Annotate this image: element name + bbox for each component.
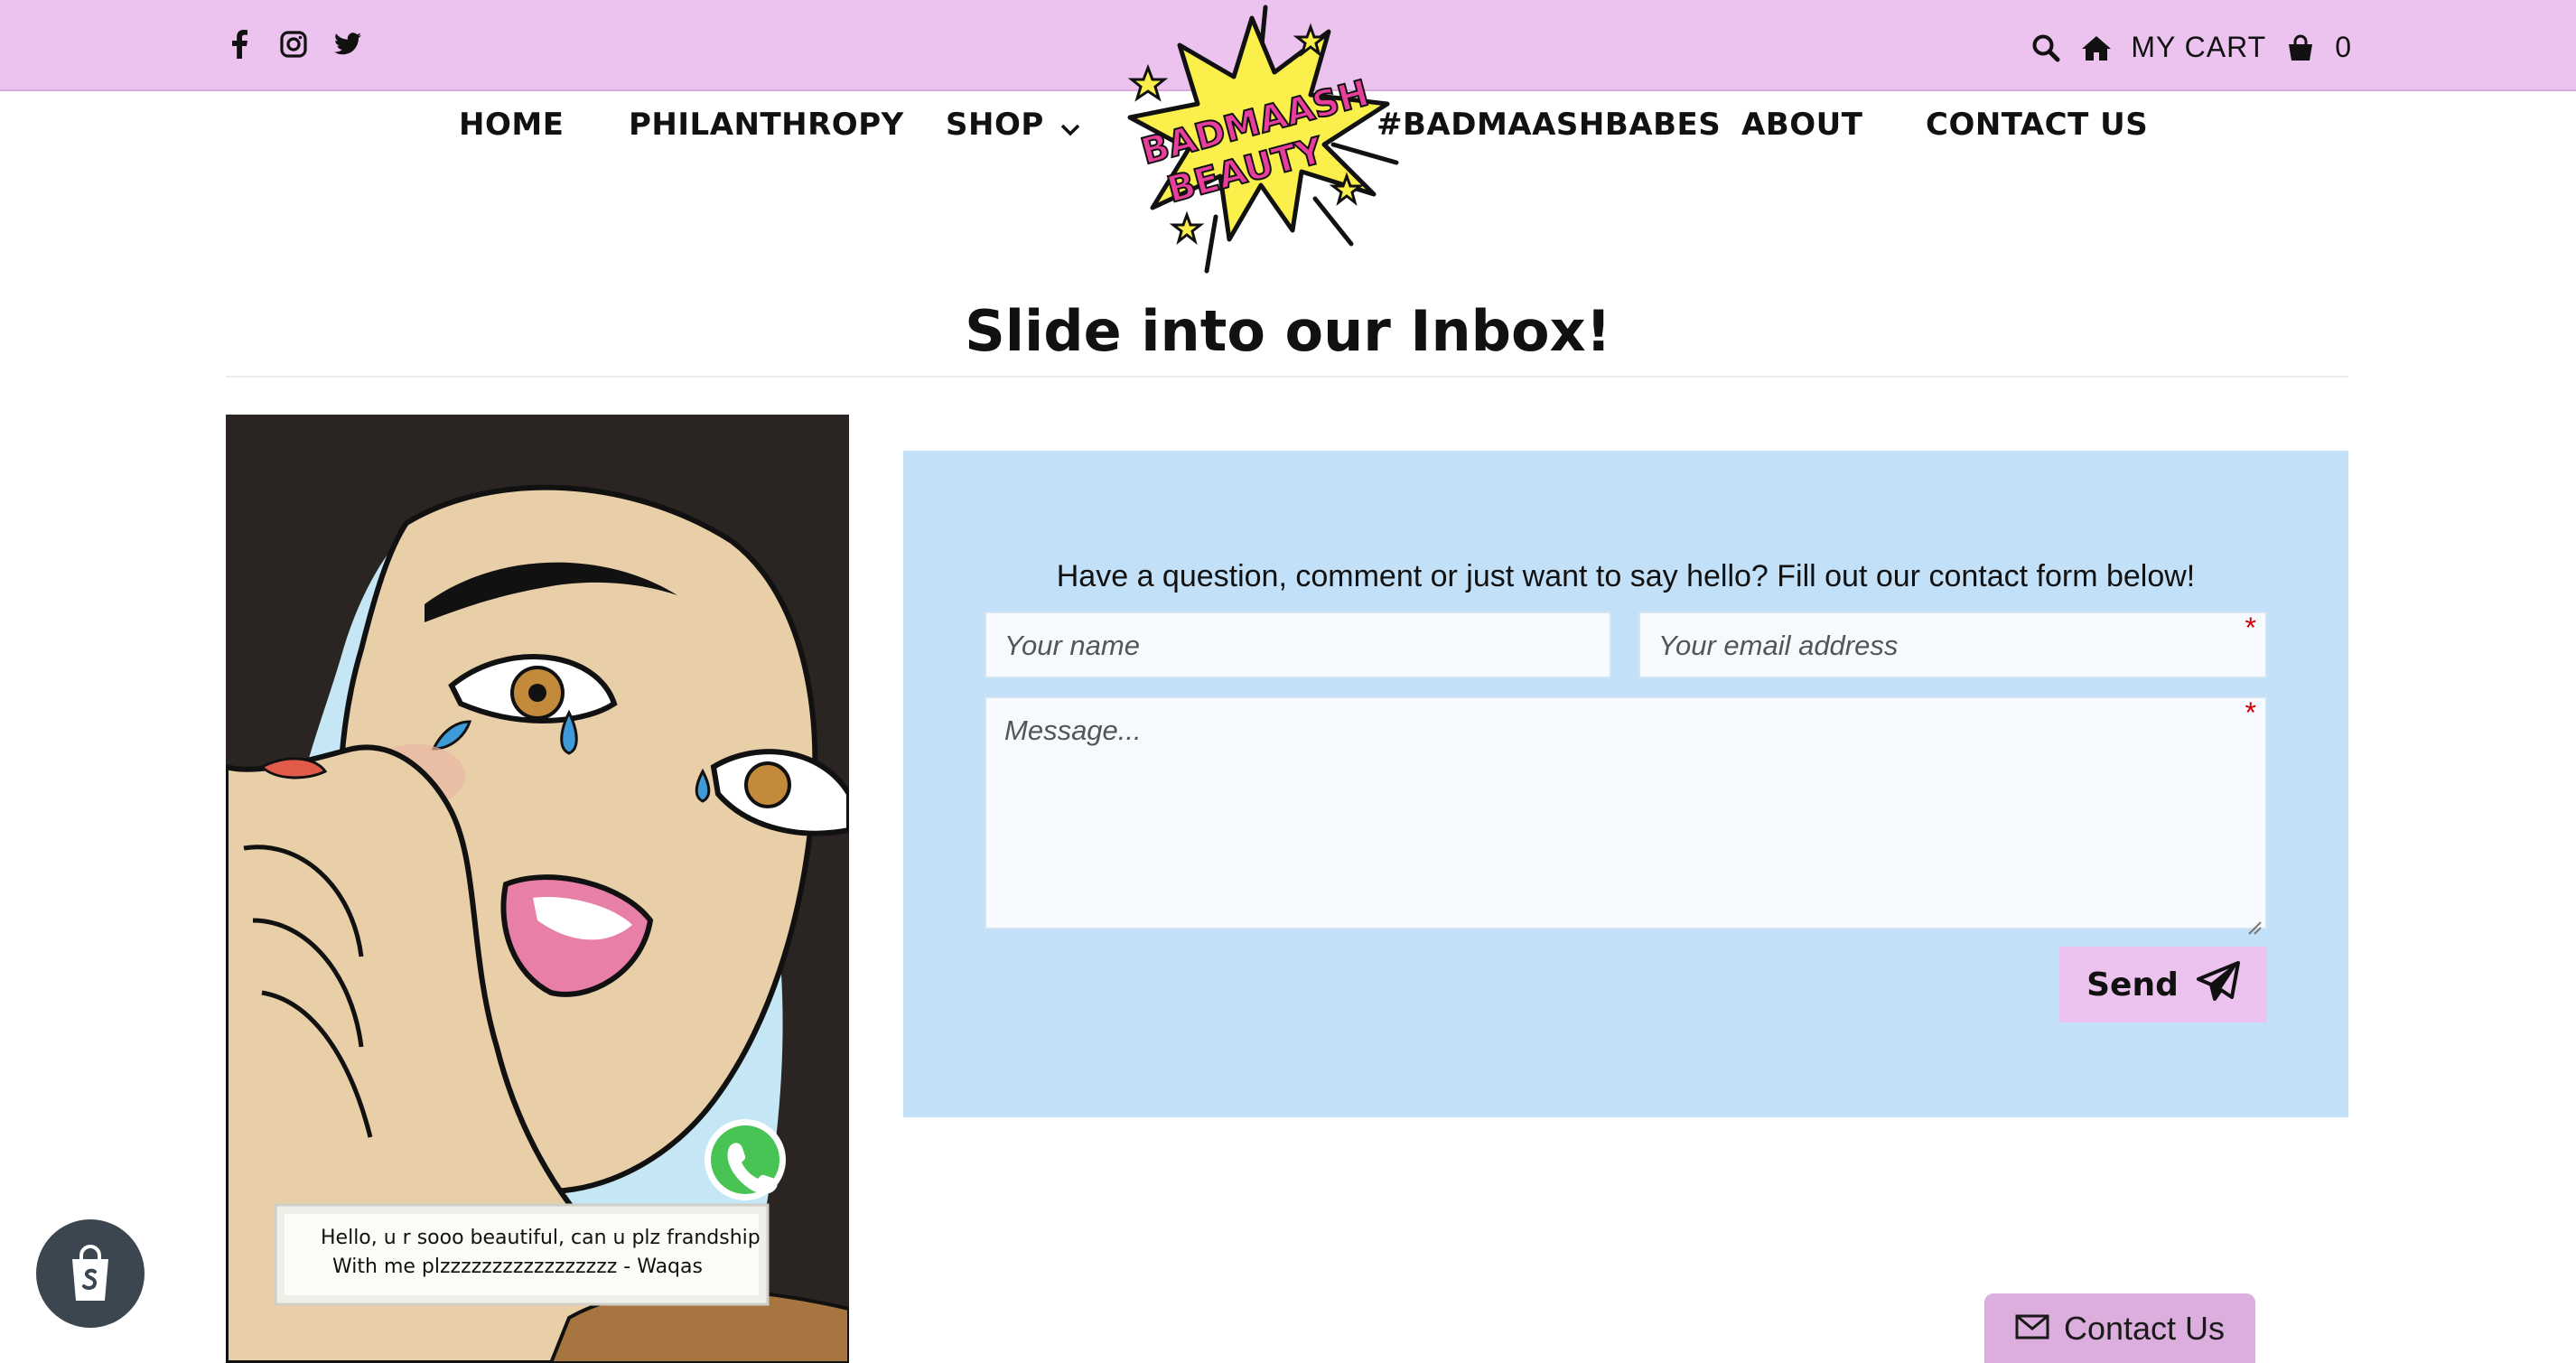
nav-badmaashbabes[interactable]: #BADMAASHBABES — [1377, 107, 1721, 143]
nav-about[interactable]: ABOUT — [1741, 107, 1862, 143]
page-title: Slide into our Inbox! — [965, 298, 1611, 364]
resize-handle-icon[interactable] — [2247, 910, 2262, 935]
search-icon[interactable] — [2030, 32, 2062, 64]
nav-philanthropy[interactable]: PHILANTHROPY — [629, 107, 904, 143]
contact-us-tab-label: Contact Us — [2063, 1309, 2226, 1347]
message-placeholder: Message... — [1004, 714, 1142, 746]
header-actions: MY CART 0 — [2030, 31, 2352, 64]
twitter-icon[interactable] — [334, 27, 361, 61]
title-divider — [226, 376, 2348, 378]
artwork-caption-line-1: Hello, u r sooo beautiful, can u plz fra… — [321, 1227, 761, 1249]
social-links — [226, 27, 361, 61]
chevron-down-icon — [1060, 108, 1080, 145]
paper-plane-icon — [2196, 960, 2240, 1009]
comic-artwork: Hello, u r sooo beautiful, can u plz fra… — [226, 415, 849, 1363]
contact-form: Have a question, comment or just want to… — [903, 451, 2348, 1117]
nav-shop-label: SHOP — [946, 107, 1044, 143]
email-placeholder: Your email address — [1658, 630, 1899, 661]
shopify-bag-icon[interactable] — [36, 1219, 145, 1328]
facebook-icon[interactable] — [226, 27, 253, 61]
required-mark: * — [2245, 696, 2256, 729]
send-button[interactable]: Send — [2059, 947, 2267, 1022]
name-field[interactable]: Your name — [985, 611, 1611, 678]
cart-label[interactable]: MY CART — [2131, 31, 2266, 64]
envelope-icon — [2015, 1310, 2049, 1348]
contact-us-tab[interactable]: Contact Us — [1984, 1293, 2255, 1363]
send-label: Send — [2086, 966, 2179, 1004]
instagram-icon[interactable] — [280, 27, 307, 61]
artwork-caption-line-2: With me plzzzzzzzzzzzzzzzzz - Waqas — [332, 1256, 703, 1278]
name-placeholder: Your name — [1004, 630, 1140, 661]
cart-count[interactable]: 0 — [2335, 31, 2352, 64]
brand-logo[interactable]: BADMAASH BEAUTY — [1116, 0, 1405, 285]
required-mark: * — [2245, 611, 2256, 644]
nav-home[interactable]: HOME — [459, 107, 564, 143]
message-field[interactable]: Message... * — [985, 696, 2267, 935]
nav-contact-us[interactable]: CONTACT US — [1926, 107, 2148, 143]
home-icon[interactable] — [2080, 32, 2113, 64]
form-intro: Have a question, comment or just want to… — [1056, 559, 2196, 593]
email-field[interactable]: Your email address * — [1638, 611, 2267, 678]
nav-shop[interactable]: SHOP — [946, 107, 1080, 145]
shopping-bag-icon[interactable] — [2284, 32, 2317, 64]
